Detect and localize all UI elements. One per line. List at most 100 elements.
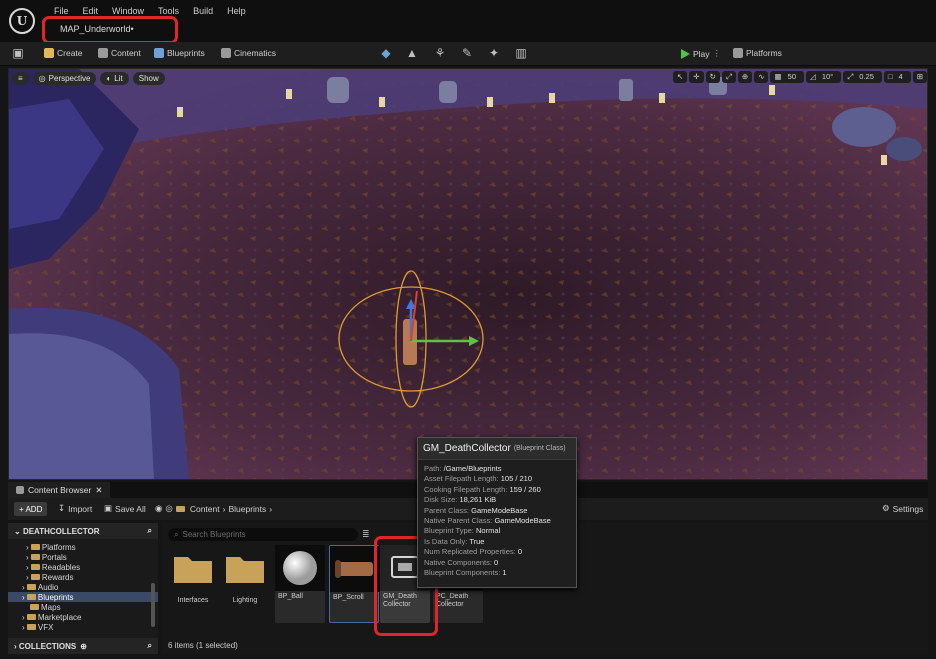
asset-tile-bp-ball[interactable]: BP_Ball <box>275 545 325 623</box>
breadcrumb-blueprints[interactable]: Blueprints <box>228 504 266 514</box>
asset-label: Interfaces <box>177 597 209 604</box>
tree-item-rewards[interactable]: › Rewards <box>8 572 158 582</box>
menu-tools[interactable]: Tools <box>151 6 186 16</box>
perspective-label: Perspective <box>48 73 91 83</box>
tree-item-label: Rewards <box>41 572 74 582</box>
menu-build[interactable]: Build <box>186 6 220 16</box>
source-tree-panel: ⌄ DEATHCOLLECTOR ⌕ › Platforms › Portals… <box>8 523 158 654</box>
add-collection-icon[interactable]: ⊕ <box>80 642 87 651</box>
import-label: Import <box>68 503 93 514</box>
save-icon[interactable]: ▣ <box>12 47 24 59</box>
tooltip-rows: Path: /Game/Blueprints Asset Filepath Le… <box>418 460 576 578</box>
platforms-button[interactable]: Platforms <box>733 48 782 58</box>
chevron-right-icon: › <box>222 503 226 514</box>
scale-tool-icon[interactable]: ⤢ <box>721 71 736 83</box>
show-button[interactable]: Show <box>132 71 165 85</box>
save-all-button[interactable]: ▣ Save All <box>104 503 146 514</box>
asset-label: GM_Death Collector <box>383 593 417 608</box>
asset-label: Lighting <box>232 597 258 604</box>
content-browser-tab[interactable]: Content Browser ✕ <box>8 482 111 498</box>
menu-window[interactable]: Window <box>105 6 151 16</box>
cinematics-button[interactable]: Cinematics <box>221 48 276 58</box>
level-tab[interactable]: MAP_Underworld• <box>60 24 134 34</box>
paint-mode-icon[interactable]: ✎ <box>461 47 473 59</box>
play-options-icon[interactable]: ⋮ <box>713 48 722 59</box>
maximize-icon[interactable]: ⊞ <box>912 71 927 83</box>
bp-scroll-thumb <box>330 546 380 592</box>
asset-tile-lighting[interactable]: Lighting <box>220 545 270 623</box>
tree-item-platforms[interactable]: › Platforms <box>8 542 158 552</box>
select-tool-icon[interactable]: ↖ <box>673 71 688 83</box>
modeling-mode-icon[interactable]: ✦ <box>488 47 500 59</box>
grid-snap-value: 50 <box>783 71 800 82</box>
tooltip-title: GM_DeathCollector (Blueprint Class) <box>418 438 576 460</box>
tree-item-label: Portals <box>41 552 67 562</box>
create-button[interactable]: Create <box>44 48 83 58</box>
tree-item-audio[interactable]: › Audio <box>8 582 158 592</box>
lit-button[interactable]: ◐ Lit <box>100 71 129 85</box>
tree-item-vfx[interactable]: › VFX <box>8 622 158 632</box>
tree-root[interactable]: ⌄ DEATHCOLLECTOR ⌕ <box>8 523 158 539</box>
asset-count-status: 6 items (1 selected) <box>168 641 238 650</box>
collections-header[interactable]: › COLLECTIONS ⊕ ⌕ <box>8 638 158 654</box>
tooltip-row: Num Replicated Properties: 0 <box>424 547 522 557</box>
perspective-button[interactable]: ◎ Perspective <box>32 71 97 85</box>
tooltip-row: Is Data Only: True <box>424 536 485 546</box>
viewport-right-tools: ↖ ✛ ↻ ⤢ ⊕ ∿ ▦ 50 ◿ 10° ⤢ 0.25 □ 4 ⊞ <box>673 71 927 83</box>
close-tab-icon[interactable]: ✕ <box>95 485 102 496</box>
surface-snap-icon[interactable]: ∿ <box>754 71 769 83</box>
tooltip-row: Native Parent Class: GameModeBase <box>424 515 551 525</box>
folder-icon <box>174 557 212 583</box>
level-viewport[interactable]: ≡ ◎ Perspective ◐ Lit Show ↖ ✛ ↻ ⤢ ⊕ ∿ ▦ 5… <box>8 68 928 480</box>
asset-label: BP_Ball <box>278 593 303 600</box>
tree-item-blueprints[interactable]: › Blueprints <box>8 592 158 602</box>
foliage-mode-icon[interactable]: ⚘ <box>434 47 446 59</box>
fracture-mode-icon[interactable]: ▥ <box>515 47 527 59</box>
search-input[interactable]: ⌕ Search Blueprints <box>168 528 358 541</box>
tree-item-maps[interactable]: Maps <box>8 602 158 612</box>
menu-edit[interactable]: Edit <box>76 6 106 16</box>
landscape-mode-icon[interactable]: ▲ <box>406 47 418 59</box>
tree-item-label: Maps <box>41 602 61 612</box>
select-mode-icon[interactable]: ◆ <box>380 47 392 59</box>
history-forward-icon[interactable]: ◎ <box>165 503 172 514</box>
settings-button[interactable]: ⚙ Settings <box>882 503 923 514</box>
blueprints-label: Blueprints <box>167 48 205 58</box>
camera-speed-value: 4 <box>894 71 907 82</box>
rotate-tool-icon[interactable]: ↻ <box>705 71 720 83</box>
breadcrumb-content[interactable]: Content <box>190 504 220 514</box>
menu-help[interactable]: Help <box>220 6 253 16</box>
unreal-logo-icon[interactable]: U <box>9 8 35 34</box>
tree-item-label: Platforms <box>41 542 76 552</box>
search-icon[interactable]: ⌕ <box>148 526 152 536</box>
viewport-menu-button[interactable]: ≡ <box>12 71 29 85</box>
asset-tile-bp-scroll[interactable]: BP_Scroll <box>329 545 380 623</box>
rotation-snap-button[interactable]: ◿ 10° <box>806 71 842 83</box>
tree-item-readables[interactable]: › Readables <box>8 562 158 572</box>
breadcrumb: ◉ ◎ Content › Blueprints › <box>155 503 272 514</box>
history-back-icon[interactable]: ◉ <box>155 503 162 514</box>
viewport-toolbar: ≡ ◎ Perspective ◐ Lit Show ↖ ✛ ↻ ⤢ ⊕ ∿ ▦ 5… <box>9 69 927 87</box>
search-icon[interactable]: ⌕ <box>148 641 152 651</box>
play-button[interactable]: Play ⋮ <box>681 48 721 59</box>
world-local-icon[interactable]: ⊕ <box>737 71 753 83</box>
camera-speed-button[interactable]: □ 4 <box>883 71 911 83</box>
move-tool-icon[interactable]: ✛ <box>689 71 704 83</box>
camera-icon: ◎ <box>38 73 46 83</box>
add-button[interactable]: + ADD <box>14 502 48 516</box>
scale-snap-button[interactable]: ⤢ 0.25 <box>843 71 882 83</box>
viewport-scene[interactable] <box>9 69 928 480</box>
tree-item-marketplace[interactable]: › Marketplace <box>8 612 158 622</box>
content-button[interactable]: Content <box>98 48 141 58</box>
tooltip-row: Path: /Game/Blueprints <box>424 464 502 473</box>
tree-item-label: Blueprints <box>37 592 74 602</box>
filter-icon[interactable]: ≣ <box>362 529 370 540</box>
tree-scrollbar[interactable] <box>151 583 155 627</box>
grid-snap-button[interactable]: ▦ 50 <box>770 71 804 83</box>
tooltip-subtitle: (Blueprint Class) <box>513 445 566 452</box>
tree-item-portals[interactable]: › Portals <box>8 552 158 562</box>
blueprints-button[interactable]: Blueprints <box>154 48 205 58</box>
menu-file[interactable]: File <box>47 6 76 16</box>
asset-tile-interfaces[interactable]: Interfaces <box>168 545 218 623</box>
import-button[interactable]: ↧ Import <box>58 503 92 514</box>
